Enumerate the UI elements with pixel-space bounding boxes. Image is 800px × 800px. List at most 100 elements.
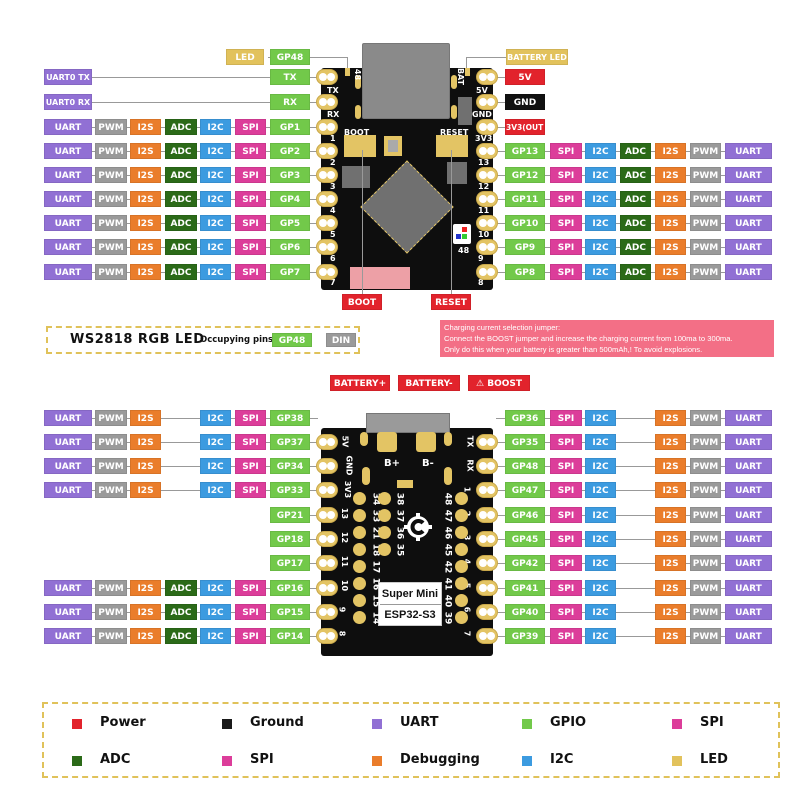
din-tag: DIN — [326, 333, 356, 347]
header-pin[interactable] — [476, 604, 498, 620]
func-tag-uart: UART — [44, 167, 92, 183]
header-pin[interactable] — [316, 628, 338, 644]
header-pin[interactable] — [476, 555, 498, 571]
logo-icon — [403, 512, 433, 542]
header-pin[interactable] — [316, 239, 338, 255]
func-tag-i2c: I2C — [585, 628, 616, 644]
header-pin[interactable] — [476, 434, 498, 450]
boot-button-pad[interactable] — [344, 135, 376, 157]
func-tag-pwm: PWM — [95, 191, 127, 207]
header-pin[interactable] — [316, 167, 338, 183]
header-pin[interactable] — [476, 531, 498, 547]
func-tag-uart: UART — [725, 167, 772, 183]
silk-label: 13 — [340, 507, 350, 520]
header-pin[interactable] — [476, 264, 498, 280]
header-pin[interactable] — [316, 604, 338, 620]
func-tag-spi: SPI — [235, 434, 266, 450]
gpio-tag: GP36 — [505, 410, 545, 426]
warning-line: Connect the BOOST jumper and increase th… — [444, 334, 733, 343]
header-pin[interactable] — [316, 482, 338, 498]
header-pin[interactable] — [476, 458, 498, 474]
header-pin[interactable] — [476, 191, 498, 207]
header-pin[interactable] — [316, 215, 338, 231]
legend-label: Power — [100, 715, 146, 730]
header-pin[interactable] — [476, 69, 498, 85]
legend-swatch — [672, 756, 682, 766]
header-pin[interactable] — [316, 94, 338, 110]
header-pin[interactable] — [316, 555, 338, 571]
func-tag-pwm: PWM — [690, 143, 721, 159]
header-pin[interactable] — [316, 69, 338, 85]
header-pin[interactable] — [316, 531, 338, 547]
silk-label: 5 — [330, 230, 336, 239]
func-tag-uart: UART — [725, 531, 772, 547]
func-tag-uart: UART — [44, 604, 92, 620]
reset-button-pad[interactable] — [436, 135, 468, 157]
func-tag-uart: UART — [725, 604, 772, 620]
silk-label: 5V — [340, 435, 350, 448]
header-pin[interactable] — [476, 580, 498, 596]
header-pin[interactable] — [316, 119, 338, 135]
header-pin[interactable] — [476, 215, 498, 231]
silk-label: 3V3 — [343, 480, 353, 499]
header-pin[interactable] — [476, 94, 498, 110]
func-tag-spi: SPI — [235, 264, 266, 280]
silk-label: 36 — [394, 526, 405, 540]
header-pin[interactable] — [316, 580, 338, 596]
legend-swatch — [372, 756, 382, 766]
header-pin[interactable] — [476, 628, 498, 644]
gpio-tag: GP1 — [270, 119, 310, 135]
header-pin[interactable] — [476, 507, 498, 523]
func-tag-i2c: I2C — [585, 239, 616, 255]
castellated-pad — [455, 611, 468, 624]
func-tag-pwm: PWM — [690, 580, 721, 596]
func-tag-adc: ADC — [620, 215, 651, 231]
board-name-line1: Super Mini — [379, 583, 441, 605]
func-tag-i2c: I2C — [585, 482, 616, 498]
legend-swatch — [72, 756, 82, 766]
header-pin[interactable] — [476, 119, 498, 135]
silk-label: BAT — [456, 67, 466, 86]
boost-jumper[interactable] — [397, 480, 413, 488]
header-pin[interactable] — [316, 143, 338, 159]
header-pin[interactable] — [476, 167, 498, 183]
func-tag-spi: SPI — [550, 507, 582, 523]
gpio-tag: GP7 — [270, 264, 310, 280]
func-tag-i2s: I2S — [130, 458, 161, 474]
gpio-tag: GP34 — [270, 458, 310, 474]
func-tag-spi: SPI — [235, 119, 266, 135]
gpio-tag-gp48: GP48 — [272, 333, 312, 347]
battery-connector — [350, 267, 410, 289]
legend-swatch — [522, 756, 532, 766]
func-tag-spi: SPI — [550, 580, 582, 596]
gpio-tag: GP15 — [270, 604, 310, 620]
rgb-led-title: WS2818 RGB LED — [70, 332, 205, 347]
gpio-tag: GP4 — [270, 191, 310, 207]
func-tag-i2s: I2S — [655, 604, 686, 620]
header-pin[interactable] — [476, 143, 498, 159]
header-pin[interactable] — [316, 191, 338, 207]
header-pin[interactable] — [316, 434, 338, 450]
silk-label: 17 — [370, 560, 381, 574]
func-tag-i2s: I2S — [655, 143, 686, 159]
func-tag-i2s: I2S — [130, 239, 161, 255]
func-tag-uart: UART — [725, 410, 772, 426]
castellated-pad — [353, 509, 366, 522]
header-pin[interactable] — [476, 482, 498, 498]
func-tag-pwm: PWM — [95, 143, 127, 159]
func-tag-i2c: I2C — [200, 215, 231, 231]
header-pin[interactable] — [316, 458, 338, 474]
silk-label: RX — [327, 110, 340, 119]
silk-label: 46 — [442, 526, 453, 540]
silk-label: 6 — [330, 254, 336, 263]
header-pin[interactable] — [316, 507, 338, 523]
header-pin[interactable] — [476, 239, 498, 255]
func-tag-i2c: I2C — [585, 507, 616, 523]
castellated-pad — [455, 492, 468, 505]
gpio-tag: GP40 — [505, 604, 545, 620]
legend-label: GPIO — [550, 715, 587, 730]
func-tag-i2s: I2S — [655, 458, 686, 474]
silk-label: 12 — [478, 182, 490, 191]
header-pin[interactable] — [316, 264, 338, 280]
func-tag-adc: ADC — [620, 143, 651, 159]
